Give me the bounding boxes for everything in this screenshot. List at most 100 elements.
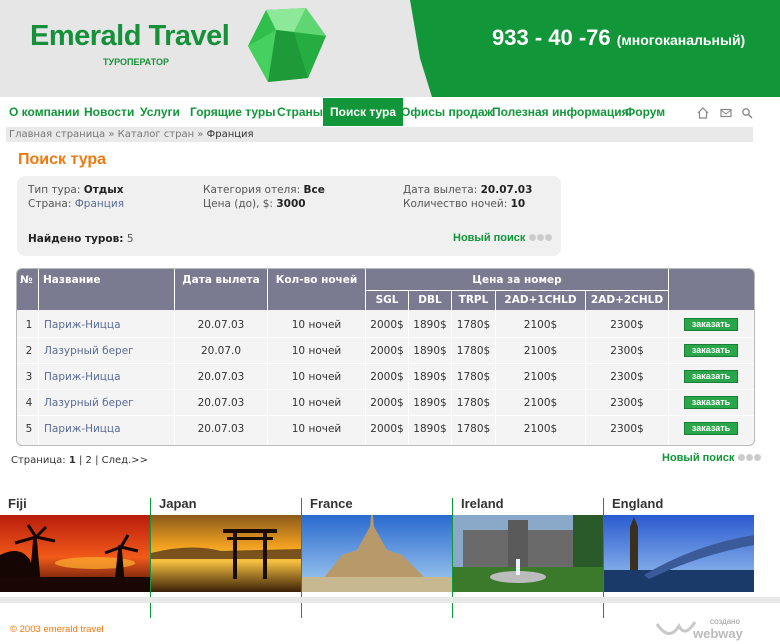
max-price: Цена (до), $: 3000 — [203, 198, 306, 210]
hotel-category: Категория отеля: Все — [203, 184, 325, 196]
row-divider — [17, 363, 754, 364]
dest-label-japan[interactable]: Japan — [159, 496, 197, 511]
page-title: Поиск тура — [18, 151, 107, 168]
dest-label-ireland[interactable]: Ireland — [461, 496, 504, 511]
row-dbl: 1890$ — [413, 397, 447, 409]
fiji-photo[interactable] — [0, 515, 150, 592]
breadcrumb-separator: » — [108, 129, 115, 140]
col-divider — [38, 269, 39, 445]
england-photo[interactable] — [604, 515, 754, 592]
dots-icon — [737, 452, 762, 464]
nav-item-countries[interactable]: Страны — [277, 98, 323, 126]
header-2ad1chld: 2AD+1CHLD — [496, 292, 585, 308]
nav-item-forum[interactable]: Форум — [625, 98, 665, 126]
breadcrumb-current: Франция — [206, 129, 254, 140]
row-name[interactable]: Париж-Ницца — [44, 418, 172, 440]
row-name[interactable]: Лазурный берег — [44, 340, 172, 362]
copyright: © 2003 emerald travel — [10, 624, 104, 635]
dest-label-fiji[interactable]: Fiji — [8, 496, 27, 511]
country-link[interactable]: Франция — [75, 198, 124, 210]
found-tours: Найдено туров: 5 — [28, 233, 134, 245]
breadcrumb-separator: » — [197, 129, 204, 140]
order-button[interactable]: заказать — [684, 370, 738, 383]
header-num: № — [20, 272, 38, 287]
header-name: Название — [43, 272, 173, 287]
row-trpl: 1780$ — [456, 423, 491, 435]
ireland-photo[interactable] — [453, 515, 603, 592]
row-name[interactable]: Лазурный берег — [44, 392, 172, 414]
search-icon[interactable] — [741, 107, 753, 119]
departure-date: Дата вылета: 20.07.03 — [403, 184, 533, 196]
row-num: 1 — [25, 319, 33, 331]
country: Страна: Франция — [28, 198, 125, 210]
row-name[interactable]: Париж-Ницца — [44, 366, 172, 388]
row-date: 20.07.03 — [197, 423, 245, 435]
nav-item-services[interactable]: Услуги — [140, 98, 180, 126]
order-button[interactable]: заказать — [684, 422, 738, 435]
pager-next[interactable]: След.>> — [102, 455, 148, 466]
webway-brand: webway — [693, 626, 743, 641]
order-button[interactable]: заказать — [684, 396, 738, 409]
row-2ad2chld: 2300$ — [610, 319, 644, 331]
pager-current: 1 — [68, 455, 76, 466]
row-nights: 10 ночей — [291, 397, 342, 409]
nav-item-hot-tours[interactable]: Горящие туры — [190, 98, 276, 126]
japan-photo[interactable] — [151, 515, 301, 592]
france-photo[interactable] — [302, 515, 452, 592]
row-sgl: 2000$ — [370, 423, 404, 435]
nav-item-useful-info[interactable]: Полезная информация — [492, 98, 629, 126]
row-2ad1chld: 2100$ — [523, 423, 558, 435]
row-divider — [17, 389, 754, 390]
row-divider — [17, 415, 754, 416]
breadcrumb-home[interactable]: Главная страница — [9, 129, 105, 140]
row-dbl: 1890$ — [413, 319, 447, 331]
dest-label-england[interactable]: England — [612, 496, 663, 511]
emerald-gem-icon — [248, 8, 326, 82]
nav-item-offices[interactable]: Офисы продаж — [401, 98, 493, 126]
row-date: 20.07.03 — [197, 371, 245, 383]
logo[interactable]: Emerald Travel — [30, 20, 230, 53]
phone-number: 933 - 40 -76 (многоканальный) — [492, 25, 746, 50]
new-search-link[interactable]: Новый поиск — [453, 232, 553, 244]
webway-logo[interactable]: создано webway — [655, 616, 745, 642]
header-sgl: SGL — [366, 292, 408, 308]
row-trpl: 1780$ — [456, 371, 491, 383]
row-trpl: 1780$ — [456, 319, 491, 331]
header-2ad2chld: 2AD+2CHLD — [586, 292, 668, 308]
row-nights: 10 ночей — [291, 319, 342, 331]
breadcrumb: Главная страница » Каталог стран » Франц… — [6, 127, 753, 142]
dest-label-france[interactable]: France — [310, 496, 353, 511]
row-dbl: 1890$ — [413, 371, 447, 383]
pager-separator: | — [95, 455, 99, 466]
nav-item-tour-search[interactable]: Поиск тура — [323, 98, 404, 126]
order-button[interactable]: заказать — [684, 344, 738, 357]
row-trpl: 1780$ — [456, 397, 491, 409]
row-sgl: 2000$ — [370, 397, 404, 409]
row-num: 3 — [25, 371, 33, 383]
pager-separator: | — [78, 455, 83, 466]
logo-subtitle: ТУРОПЕРАТОР — [103, 57, 169, 67]
row-nights: 10 ночей — [291, 371, 342, 383]
home-icon[interactable] — [697, 107, 709, 119]
order-button[interactable]: заказать — [684, 318, 738, 331]
row-name[interactable]: Париж-Ницца — [44, 314, 172, 336]
header-price-group: Цена за номер — [366, 272, 668, 287]
search-summary: Тип тура: Отдых Страна: Франция Категори… — [17, 176, 561, 256]
row-date: 20.07.03 — [197, 397, 245, 409]
breadcrumb-catalog[interactable]: Каталог стран — [118, 129, 194, 140]
header-dbl: DBL — [409, 292, 451, 308]
header: Emerald Travel ТУРОПЕРАТОР 933 - 40 -76 … — [0, 0, 780, 97]
row-2ad2chld: 2300$ — [610, 423, 644, 435]
row-sgl: 2000$ — [370, 345, 404, 357]
row-nights: 10 ночей — [291, 345, 342, 357]
mail-icon[interactable] — [720, 107, 732, 119]
header-trpl: TRPL — [452, 292, 495, 308]
dots-icon — [528, 232, 553, 244]
new-search-link-bottom[interactable]: Новый поиск — [662, 452, 762, 464]
nav-item-about[interactable]: О компании — [9, 98, 80, 126]
nav-item-news[interactable]: Новости — [84, 98, 134, 126]
pager-page-2[interactable]: 2 — [86, 455, 92, 466]
row-2ad1chld: 2100$ — [523, 319, 558, 331]
row-trpl: 1780$ — [456, 345, 491, 357]
row-date: 20.07.03 — [197, 319, 245, 331]
